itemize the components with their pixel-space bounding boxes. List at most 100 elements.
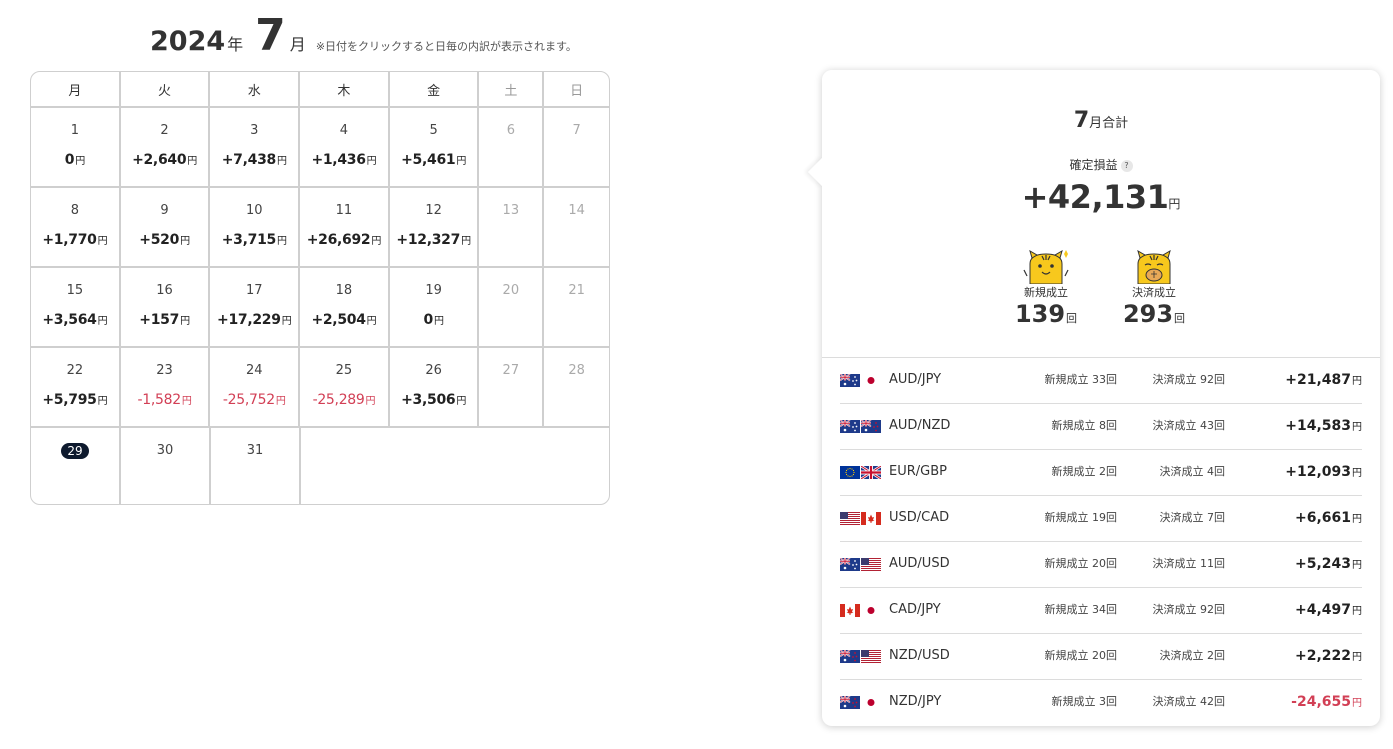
currency-pair-row[interactable]: AUD/JPY 新規成立 33回 決済成立 92回 +21,487円	[840, 358, 1362, 404]
day-number: 16	[156, 283, 173, 298]
day-number: 12	[425, 203, 442, 218]
yen-unit: 円	[97, 396, 108, 407]
count-unit: 回	[1066, 312, 1078, 325]
day-cell[interactable]: 31	[211, 428, 301, 504]
month-summary-panel: 7月合計 確定損益? +42,131円 新規成立 139回 決済成立 293回 …	[807, 70, 1380, 726]
day-cell[interactable]: 24 -25,752円	[210, 348, 301, 426]
day-pl-value: +7,438	[221, 152, 277, 168]
summary-month: 7	[1073, 108, 1090, 133]
day-cell[interactable]: 3 +7,438円	[210, 108, 301, 186]
day-pl-value: -1,582	[137, 392, 182, 408]
day-cell[interactable]: 18 +2,504円	[300, 268, 390, 346]
day-cell[interactable]: 15 +3,564円	[31, 268, 121, 346]
pair-flags	[840, 512, 881, 525]
currency-pair-row[interactable]: EUR/GBP 新規成立 2回 決済成立 4回 +12,093円	[840, 450, 1362, 496]
realized-pl-amount: +42,131	[1021, 178, 1169, 216]
weekday-header: 日	[570, 83, 584, 99]
day-number: 4	[339, 123, 349, 138]
calendar-weeks: 1 0円 2 +2,640円 3 +7,438円 4 +1,436円 5 +5,461円 6 7 8 +1…	[31, 108, 609, 504]
day-cell[interactable]: 6	[479, 108, 545, 186]
count-unit: 回	[1174, 312, 1186, 325]
day-cell[interactable]: 25 -25,289円	[300, 348, 390, 426]
day-pl: +17,229円	[210, 312, 298, 328]
day-cell[interactable]: 27	[479, 348, 545, 426]
day-cell[interactable]: 4 +1,436円	[300, 108, 390, 186]
year: 2024	[150, 26, 226, 57]
new-orders-label: 新規成立	[1024, 286, 1068, 299]
day-cell[interactable]: 30	[121, 428, 211, 504]
yen-unit: 円	[456, 156, 467, 167]
pair-new-count: 新規成立 19回	[1044, 511, 1118, 524]
day-number: 3	[250, 123, 259, 138]
day-cell[interactable]: 19 0円	[390, 268, 480, 346]
day-pl-value: 0	[423, 312, 434, 328]
day-cell[interactable]: 13	[479, 188, 545, 266]
day-cell[interactable]: 21	[544, 268, 609, 346]
day-cell[interactable]: 8 +1,770円	[31, 188, 121, 266]
flag-us-icon	[840, 512, 860, 525]
yen-unit: 円	[97, 236, 108, 247]
day-number: 15	[66, 283, 84, 298]
empty-cell	[301, 428, 609, 504]
day-cell[interactable]: 20	[479, 268, 545, 346]
day-cell[interactable]: 9 +520円	[121, 188, 211, 266]
day-cell[interactable]: 29	[31, 428, 121, 504]
day-cell[interactable]: 1 0円	[31, 108, 121, 186]
day-pl-value: +2,504	[311, 312, 366, 328]
currency-pair-row[interactable]: AUD/NZD 新規成立 8回 決済成立 43回 +14,583円	[840, 404, 1362, 450]
day-cell[interactable]: 16 +157円	[121, 268, 211, 346]
day-cell[interactable]: 14	[544, 188, 609, 266]
day-number: 10	[245, 203, 263, 218]
day-pl-value: +17,229	[217, 312, 281, 328]
day-cell[interactable]: 2 +2,640円	[121, 108, 211, 186]
weekday-header-row: 月火水木金土 日	[31, 72, 609, 108]
summary-title: 7月合計	[822, 108, 1380, 133]
day-number: 7	[572, 123, 581, 138]
day-pl: -25,752円	[210, 392, 298, 408]
day-cell[interactable]: 11 +26,692円	[300, 188, 390, 266]
day-number: 26	[425, 363, 442, 378]
currency-pair-row[interactable]: USD/CAD 新規成立 19回 決済成立 7回 +6,661円	[840, 496, 1362, 542]
day-number: 17	[245, 283, 263, 298]
day-pl-value: +26,692	[306, 232, 371, 248]
currency-pair-row[interactable]: AUD/USD 新規成立 20回 決済成立 11回 +5,243円	[840, 542, 1362, 588]
day-pl: +1,770円	[31, 232, 119, 248]
day-cell[interactable]: 12 +12,327円	[390, 188, 480, 266]
pair-pl: +12,093円	[1285, 464, 1362, 480]
pair-close-count: 決済成立 42回	[1152, 695, 1226, 708]
day-cell[interactable]: 28	[544, 348, 609, 426]
day-pl-value: 0	[64, 152, 75, 168]
pair-new-count: 新規成立 20回	[1044, 649, 1118, 662]
pair-name: AUD/NZD	[889, 418, 951, 433]
calendar-week-row: 22 +5,795円 23 -1,582円 24 -25,752円 25 -25,289円 26…	[31, 348, 609, 428]
help-icon[interactable]: ?	[1120, 159, 1133, 172]
flag-us-icon	[861, 558, 881, 571]
yen-unit: 円	[276, 156, 287, 167]
day-cell[interactable]: 5 +5,461円	[390, 108, 480, 186]
currency-pair-row[interactable]: NZD/USD 新規成立 20回 決済成立 2回 +2,222円	[840, 634, 1362, 680]
flag-jp-icon	[861, 374, 881, 387]
day-cell[interactable]: 10 +3,715円	[210, 188, 301, 266]
pair-pl-value: +4,497	[1294, 602, 1351, 618]
day-pl: 0円	[31, 152, 119, 168]
flag-nz-icon	[840, 650, 860, 663]
day-cell[interactable]: 17 +17,229円	[210, 268, 301, 346]
day-pl: +520円	[121, 232, 209, 248]
pair-pl-value: +2,222	[1294, 648, 1351, 664]
month-unit: 月	[289, 35, 306, 54]
pair-pl: +21,487円	[1285, 372, 1362, 388]
currency-pair-row[interactable]: CAD/JPY 新規成立 34回 決済成立 92回 +4,497円	[840, 588, 1362, 634]
pair-close-count: 決済成立 92回	[1152, 373, 1226, 386]
flag-nz-icon	[840, 696, 860, 709]
day-cell[interactable]: 7	[544, 108, 609, 186]
day-cell[interactable]: 22 +5,795円	[31, 348, 121, 426]
day-number: 9	[160, 203, 169, 218]
day-cell[interactable]: 26 +3,506円	[390, 348, 480, 426]
day-cell[interactable]: 23 -1,582円	[121, 348, 211, 426]
day-number: 1	[70, 123, 79, 138]
realized-pl-label: 確定損益?	[822, 156, 1380, 173]
yen-unit: 円	[371, 236, 382, 247]
currency-pair-row[interactable]: NZD/JPY 新規成立 3回 決済成立 42回 -24,655円	[840, 680, 1362, 726]
day-number: 13	[502, 203, 520, 218]
calendar-week-row: 29 30 31	[31, 428, 609, 504]
